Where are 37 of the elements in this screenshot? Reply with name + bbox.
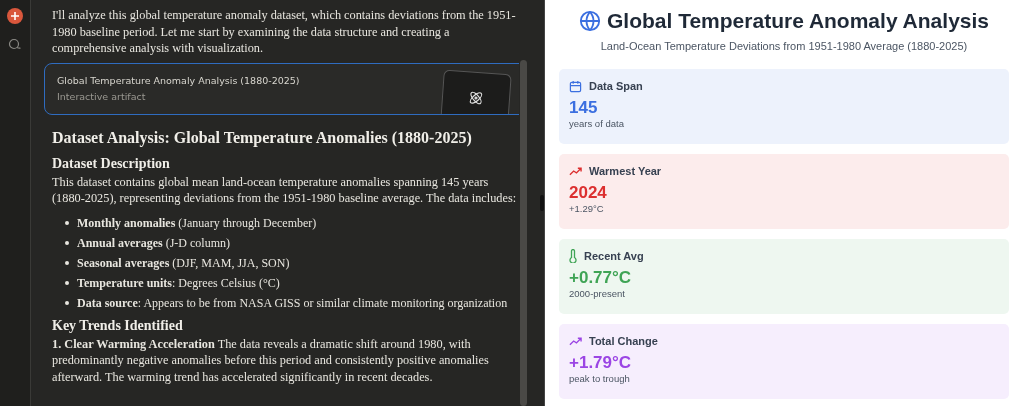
- section-heading: Dataset Description: [52, 154, 171, 173]
- plus-icon: [10, 11, 20, 21]
- list-item: Annual averages (J-D column): [65, 232, 230, 253]
- artifact-title: Global Temperature Anomaly Analysis (1880-2025): [57, 73, 300, 88]
- new-chat-button[interactable]: [7, 8, 23, 24]
- scrollbar-thumb[interactable]: [520, 60, 527, 406]
- list-item: Data source: Appears to be from NASA GISS or similar climate monitoring organization: [65, 292, 508, 313]
- stat-value: +0.77°C: [569, 268, 633, 288]
- stat-value: 2024: [569, 183, 608, 203]
- stat-label: Warmest Year: [589, 165, 662, 177]
- section-heading: Key Trends Identified: [52, 316, 184, 335]
- stat-note: years of data: [569, 118, 625, 130]
- stat-note: +1.29°C: [569, 203, 605, 215]
- thermometer-icon: [569, 249, 577, 263]
- trend-up-icon: [569, 166, 582, 176]
- resize-handle[interactable]: [539, 195, 544, 211]
- trend-paragraph: 1. Clear Warming Acceleration The data reveals a dramatic shift around 1980, with predominantly negative anomalies before this period and consistently positive anomalies afterward. The warming trend has accelerated significantly in recent decades.: [52, 335, 490, 385]
- stat-value: +1.79°C: [569, 353, 633, 373]
- description-paragraph: This dataset contains global mean land-ocean temperature anomalies spanning 145 years (1880-2025), representing deviations from the 1951-1980 baseline average. The data includes:: [52, 173, 518, 207]
- artifact-card[interactable]: Global Temperature Anomaly Analysis (1880-2025) Interactive artifact: [44, 62, 519, 115]
- stat-note: 2000-present: [569, 288, 626, 300]
- stat-label: Recent Avg: [584, 250, 644, 262]
- artifact-subheading: Land-Ocean Temperature Deviations from 1951-1980 Average (1880-2025): [599, 40, 969, 52]
- artifact-subtitle: Interactive artifact: [57, 89, 147, 104]
- stat-label: Data Span: [589, 80, 643, 92]
- analysis-heading: Dataset Analysis: Global Temperature Anomalies (1880-2025): [52, 127, 473, 149]
- list-item: Monthly anomalies (January through December): [65, 212, 317, 233]
- list-item: Seasonal averages (DJF, MAM, JJA, SON): [65, 252, 290, 273]
- stat-value: 145: [569, 98, 599, 118]
- globe-icon: [579, 10, 601, 32]
- artifact-heading: Global Temperature Anomaly Analysis: [607, 9, 989, 33]
- stat-note: peak to trough: [569, 373, 631, 385]
- calendar-icon: [569, 79, 582, 93]
- stat-label: Total Change: [589, 335, 658, 347]
- message-paragraph: I'll analyze this global temperature anomaly dataset, which contains deviations from the 1951-1980 baseline period. Let me start by examining the data structure and creating a comprehensive analysis with visualization.: [52, 7, 517, 57]
- list-item: Temperature units: Degrees Celsius (°C): [65, 272, 280, 293]
- trend-up-icon: [569, 336, 582, 346]
